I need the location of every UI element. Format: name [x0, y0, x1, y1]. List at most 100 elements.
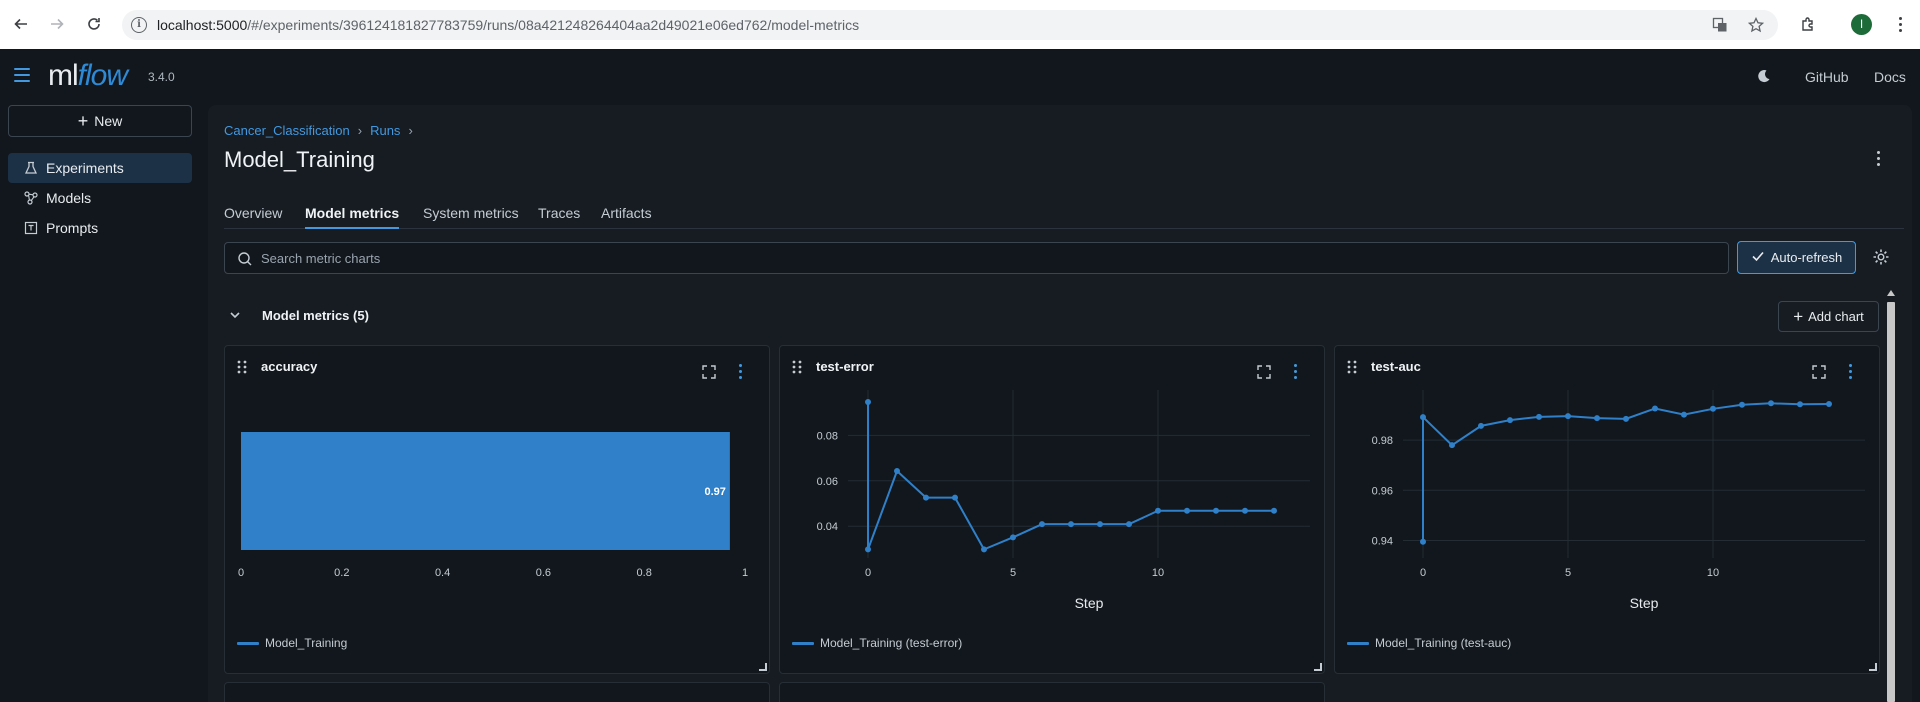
x-tick-label: 0.8: [637, 567, 652, 579]
data-point: [865, 399, 871, 406]
data-point: [1097, 521, 1103, 528]
resize-handle[interactable]: [1869, 663, 1877, 671]
models-icon: [24, 191, 38, 205]
auto-refresh-button[interactable]: Auto-refresh: [1737, 241, 1856, 274]
legend-label: Model_Training (test-error): [820, 636, 963, 650]
chart-menu-icon[interactable]: [1843, 364, 1857, 380]
dark-mode-toggle-icon[interactable]: [1756, 68, 1772, 84]
new-button-label: New: [94, 113, 123, 129]
data-point: [1420, 538, 1426, 545]
chart-card-accuracy: 0.97 0 0.2 0.4 0.6 0.8 1 accuracy Model_Traini…: [224, 345, 770, 674]
data-point: [1449, 442, 1455, 449]
drag-handle-icon[interactable]: [792, 360, 802, 374]
main-panel: Cancer_Classification › Runs › Model_Tra…: [208, 105, 1912, 702]
breadcrumb-separator: ›: [408, 123, 413, 138]
sidebar-item-label: Models: [46, 190, 92, 206]
hamburger-menu-icon[interactable]: [14, 68, 30, 82]
address-bar[interactable]: i localhost:5000/#/experiments/396124181…: [122, 10, 1778, 40]
auto-refresh-label: Auto-refresh: [1770, 250, 1843, 265]
breadcrumb-runs-link[interactable]: Runs: [370, 123, 400, 138]
sidebar-item-label: Prompts: [46, 220, 99, 236]
resize-handle[interactable]: [1314, 663, 1322, 671]
chart-legend: Model_Training (test-auc): [1347, 636, 1511, 650]
github-link[interactable]: GitHub: [1805, 69, 1849, 85]
data-point: [1478, 422, 1484, 429]
drag-handle-icon[interactable]: [237, 360, 247, 374]
new-button[interactable]: + New: [8, 105, 192, 137]
sidebar-item-prompts[interactable]: Prompts: [8, 213, 192, 243]
run-tabs: Overview Model metrics System metrics Tr…: [224, 198, 1904, 229]
x-tick-label: 1: [742, 567, 748, 579]
translate-icon[interactable]: [1710, 15, 1730, 35]
prompt-icon: [24, 221, 38, 235]
data-point: [1184, 507, 1190, 514]
metric-search-box[interactable]: [224, 242, 1729, 274]
resize-handle[interactable]: [759, 663, 767, 671]
fullscreen-icon[interactable]: [1256, 364, 1272, 380]
fullscreen-icon[interactable]: [701, 364, 717, 380]
fullscreen-icon[interactable]: [1811, 364, 1827, 380]
data-point: [1213, 507, 1219, 514]
sidebar-item-experiments[interactable]: Experiments: [8, 153, 192, 183]
chevron-down-icon[interactable]: [228, 308, 242, 322]
sidebar-item-models[interactable]: Models: [8, 183, 192, 213]
scrollbar[interactable]: [1886, 290, 1896, 702]
data-point: [1039, 521, 1045, 528]
data-point: [1126, 521, 1132, 528]
y-tick-label: 0.06: [817, 476, 838, 488]
tab-artifacts[interactable]: Artifacts: [601, 205, 652, 229]
section-header[interactable]: Model metrics (5): [224, 301, 369, 329]
plus-icon: +: [77, 111, 89, 131]
data-point: [1652, 405, 1658, 412]
drag-handle-icon[interactable]: [1347, 360, 1357, 374]
scroll-thumb[interactable]: [1887, 302, 1895, 702]
data-point: [1710, 405, 1716, 412]
x-tick-label: 0.6: [536, 567, 551, 579]
reload-icon[interactable]: [83, 13, 105, 35]
series-line: [1422, 402, 1830, 542]
url-text[interactable]: localhost:5000/#/experiments/39612418182…: [157, 17, 859, 33]
bar-value-label: 0.97: [704, 486, 725, 498]
browser-menu-icon[interactable]: [1889, 13, 1911, 35]
gear-icon[interactable]: [1872, 248, 1890, 266]
bookmark-star-icon[interactable]: [1746, 15, 1766, 35]
x-tick-label: 10: [1152, 567, 1164, 579]
tab-model-metrics[interactable]: Model metrics: [305, 205, 400, 229]
data-point: [952, 494, 958, 501]
data-point: [1768, 400, 1774, 407]
x-tick-label: 5: [1565, 567, 1571, 579]
bar: [241, 432, 730, 550]
mlflow-logo[interactable]: mlflow: [48, 59, 128, 93]
chart-menu-icon[interactable]: [1288, 364, 1302, 380]
beaker-icon: [24, 161, 38, 175]
test-error-chart: 0.04 0.06 0.08 0 5 10 Step: [817, 390, 1310, 611]
y-tick-label: 0.96: [1372, 485, 1393, 497]
data-point: [894, 468, 900, 475]
tab-traces[interactable]: Traces: [538, 205, 580, 229]
chart-title: accuracy: [261, 359, 318, 374]
data-point: [1536, 413, 1542, 420]
run-actions-menu-icon[interactable]: [1870, 151, 1886, 169]
search-input[interactable]: [261, 243, 1701, 273]
breadcrumb-experiment-link[interactable]: Cancer_Classification: [224, 123, 350, 138]
forward-icon[interactable]: [46, 13, 68, 35]
chart-legend: Model_Training: [237, 636, 347, 650]
back-icon[interactable]: [10, 13, 32, 35]
add-chart-button[interactable]: + Add chart: [1778, 301, 1879, 332]
x-axis-label: Step: [1630, 595, 1659, 611]
chart-title: test-auc: [1371, 359, 1421, 374]
tab-overview[interactable]: Overview: [224, 205, 282, 229]
chart-menu-icon[interactable]: [733, 364, 747, 380]
site-info-icon[interactable]: i: [131, 17, 147, 33]
add-chart-label: Add chart: [1808, 309, 1864, 324]
version-label: 3.4.0: [148, 70, 175, 84]
chart-title: test-error: [816, 359, 874, 374]
profile-avatar[interactable]: I: [1851, 14, 1872, 35]
accuracy-chart: 0.97 0 0.2 0.4 0.6 0.8 1: [238, 432, 748, 579]
tab-system-metrics[interactable]: System metrics: [423, 205, 519, 229]
scroll-up-arrow-icon[interactable]: [1887, 290, 1895, 296]
browser-toolbar: i localhost:5000/#/experiments/396124181…: [0, 0, 1920, 49]
docs-link[interactable]: Docs: [1874, 69, 1906, 85]
extensions-icon[interactable]: [1797, 13, 1819, 35]
search-icon: [237, 251, 253, 267]
